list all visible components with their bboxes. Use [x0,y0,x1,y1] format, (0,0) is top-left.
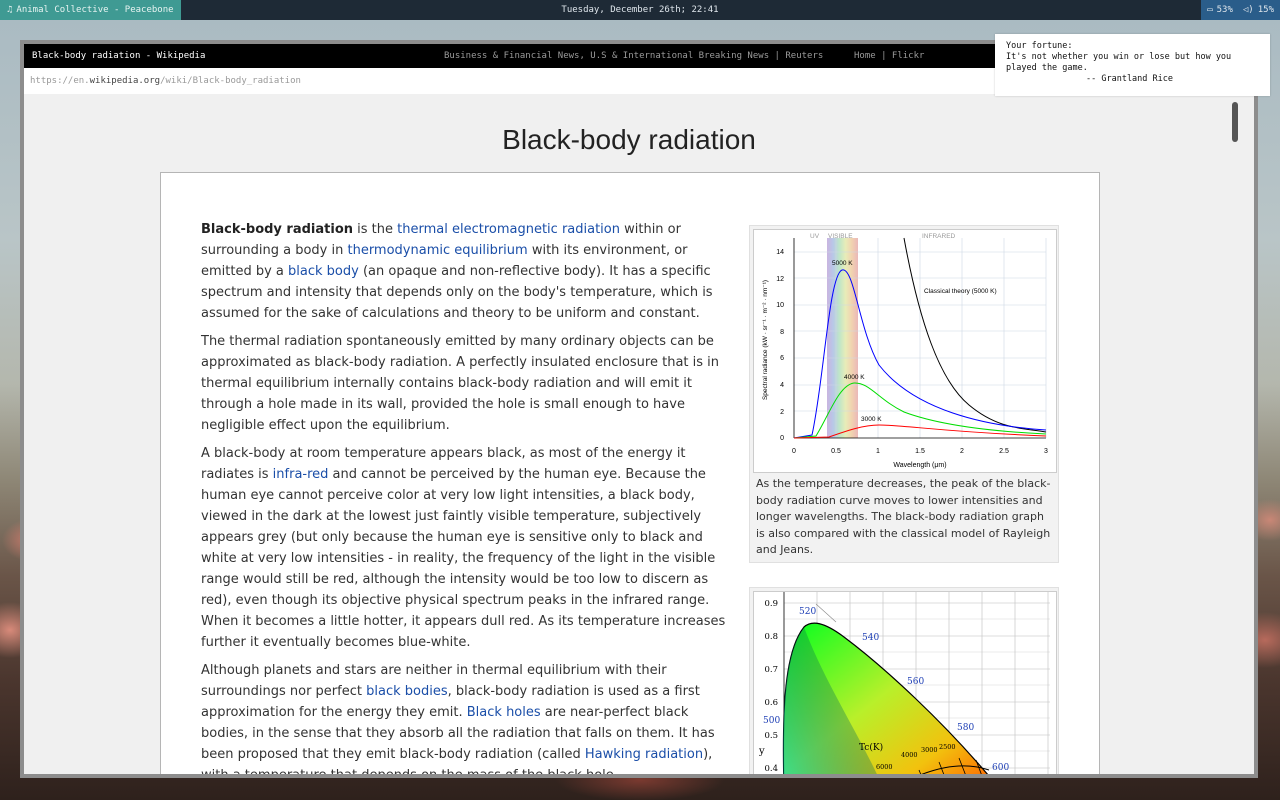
y-tick: 4 [780,382,784,389]
x-tick: 3 [1044,448,1048,455]
paragraph-1: Black-body radiation is the thermal elec… [201,222,713,321]
y-tick: 0.6 [764,698,778,708]
wavelength-label: 500 [763,716,780,726]
page-scrollbar[interactable] [1228,94,1242,774]
system-tray: ▭ 53% ◁) 15% [1201,0,1280,20]
y-tick: 0.4 [764,764,778,774]
status-bar: ♫ Animal Collective - Peacebone Tuesday,… [0,0,1280,20]
fortune-quote: It's not whether you win or lose but how… [1006,52,1232,73]
band-label-infrared: INFRARED [922,233,956,240]
y-tick: 10 [776,302,784,309]
band-label-visible: VISIBLE [828,233,853,240]
x-tick: 0.5 [831,448,841,455]
link-black-body[interactable]: black body [288,264,359,279]
temp-label: 6000 [876,763,893,771]
tab-home-flickr[interactable]: Home | Flickr [854,44,924,68]
y-tick: 12 [776,276,784,283]
paragraph-4: Although planets and stars are neither i… [201,663,715,778]
series-label-5000k: 5000 K [832,260,853,267]
figure-chromaticity: 520 540 560 580 600 500 0.9 0.8 0.7 0.6 [749,587,1059,774]
series-label-3000k: 3000 K [861,416,882,423]
battery-icon: ▭ [1207,5,1213,15]
y-tick: 0.9 [764,599,778,609]
y-tick: 2 [780,409,784,416]
wavelength-label: 560 [907,677,924,687]
y-axis-label: y [758,746,765,757]
wavelength-label: 580 [957,723,974,733]
link-hawking-radiation[interactable]: Hawking radiation [585,747,703,762]
y-tick: 0.8 [764,632,778,642]
clock: Tuesday, December 26th; 22:41 [561,5,719,15]
article-body: Black-body radiation is the thermal elec… [201,219,731,778]
paragraph-2: The thermal radiation spontaneously emit… [201,334,720,433]
y-tick: 0 [780,435,784,442]
figure-blackbody-curves: UV VISIBLE INFRARED 14 12 10 8 6 4 2 0 0… [749,225,1059,563]
tab-reuters[interactable]: Business & Financial News, U.S & Interna… [444,44,823,68]
link-infra-red[interactable]: infra-red [273,467,329,482]
wavelength-label: 520 [799,607,816,617]
fortune-widget: Your fortune: It's not whether you win o… [995,34,1270,96]
y-tick: 0.7 [764,665,778,675]
y-tick: 14 [776,249,784,256]
temp-label: 4000 [901,751,918,759]
speaker-icon: ◁) [1242,5,1254,15]
x-axis-label: Wavelength (μm) [893,462,946,469]
article-card: Black-body radiation is the thermal elec… [160,172,1100,778]
y-axis-label: Spectral radiance (kW · sr⁻¹ · m⁻² · nm⁻… [762,280,769,400]
y-tick: 6 [780,355,784,362]
x-tick: 1 [876,448,880,455]
temp-label: 2500 [939,743,956,751]
fortune-author: -- Grantland Rice [1086,74,1173,84]
link-black-holes[interactable]: Black holes [467,705,541,720]
x-tick: 1.5 [915,448,925,455]
volume-indicator[interactable]: ◁) 15% [1243,5,1274,15]
tab-active[interactable]: Black-body radiation - Wikipedia [32,44,205,68]
chromaticity-diagram[interactable]: 520 540 560 580 600 500 0.9 0.8 0.7 0.6 [753,591,1057,774]
band-label-uv: UV [810,233,820,240]
blackbody-graph[interactable]: UV VISIBLE INFRARED 14 12 10 8 6 4 2 0 0… [753,229,1057,473]
figure-caption: As the temperature decreases, the peak o… [756,477,1051,556]
tc-label: Tc(K) [859,742,883,753]
temp-label: 3000 [921,746,938,754]
x-tick: 2.5 [999,448,1009,455]
browser-window: Black-body radiation - Wikipedia Busines… [20,40,1258,778]
link-thermodynamic-equilibrium[interactable]: thermodynamic equilibrium [347,243,527,258]
wavelength-label: 540 [862,633,879,643]
fortune-heading: Your fortune: [1006,41,1073,51]
page-content: Black-body radiation Black-body radiatio… [24,94,1242,778]
link-black-bodies[interactable]: black bodies [366,684,447,699]
scrollbar-thumb[interactable] [1232,102,1238,142]
series-label-classical: Classical theory (5000 K) [924,288,997,295]
battery-indicator[interactable]: ▭ 53% [1207,5,1233,15]
x-tick: 2 [960,448,964,455]
x-tick: 0 [792,448,796,455]
page-title: Black-body radiation [502,124,756,155]
series-label-4000k: 4000 K [844,374,865,381]
paragraph-3: A black-body at room temperature appears… [201,446,726,650]
link-thermal-em-radiation[interactable]: thermal electromagnetic radiation [397,222,620,237]
y-tick: 8 [780,329,784,336]
y-tick: 0.5 [764,731,778,741]
wavelength-label: 600 [992,763,1009,773]
